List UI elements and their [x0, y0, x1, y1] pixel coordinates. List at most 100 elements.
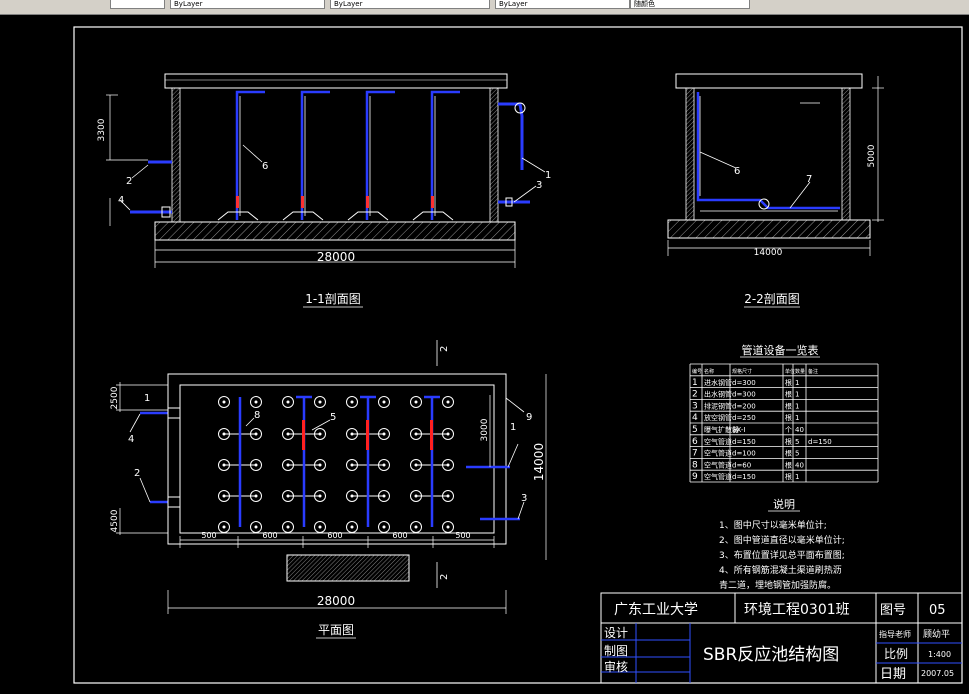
note-5: 青二道，埋地钢管加强防腐。	[719, 579, 836, 591]
table-cell: 8	[692, 460, 698, 470]
tb-drawing-no-label: 图号	[880, 603, 906, 618]
note-2: 2、图中管道直径以毫米单位计;	[719, 534, 845, 546]
section-22-title: 2-2剖面图	[744, 292, 800, 306]
table-cell: 7	[692, 449, 698, 459]
equipment-table: 管道设备一览表 编号 名称 规格尺寸 单位 数量 备注1 进水钢管 d=300 根 12 出水钢管 d…	[689, 343, 879, 483]
section-11-title: 1-1剖面图	[305, 292, 361, 306]
table-cell: 1	[795, 379, 799, 387]
table-cell: 根	[785, 390, 792, 399]
table-cell: 40	[795, 426, 804, 434]
tb-class: 环境工程0301班	[744, 602, 850, 618]
plan-dim-width: 14000	[532, 443, 546, 481]
table-cell: d=250	[732, 414, 756, 422]
tb-date-label: 日期	[880, 667, 906, 682]
plan-dim-seg2: 600	[262, 531, 277, 540]
section-1-1: 1 2 3 4 6 3300 28000 1-1剖面图	[97, 73, 551, 308]
table-cell: 5	[795, 450, 799, 458]
tb-design-label: 设计	[604, 626, 628, 640]
table-cell: 5	[795, 438, 799, 446]
table-cell: d=300	[732, 379, 756, 387]
table-cell: 排泥钢管	[704, 401, 732, 410]
plotstyle-dropdown[interactable]: 随颜色	[630, 0, 750, 9]
tb-advisor-label: 指导老师	[879, 629, 911, 639]
table-cell: 6	[692, 437, 698, 447]
table-cell: 3	[692, 401, 698, 411]
table-cell: 进水钢管	[704, 378, 732, 387]
plan-callout-2: 2	[134, 468, 140, 479]
callout-3: 3	[536, 180, 542, 191]
tb-school: 广东工业大学	[614, 602, 698, 618]
table-cell: 空气管道	[704, 472, 732, 481]
table-cell: 根	[785, 401, 792, 410]
plan-title: 平面图	[318, 623, 354, 637]
table-cell: d=150	[732, 473, 756, 481]
drawing-canvas[interactable]: 1 2 3 4 6 3300 28000 1-1剖面图 6 7 5000 140…	[0, 15, 969, 690]
dim-width: 14000	[754, 248, 783, 258]
plan-dim-seg3: 600	[327, 531, 342, 540]
callout-6b: 6	[734, 166, 740, 177]
table-cell: 出水钢管	[704, 390, 732, 399]
section-mark-bottom: 2	[439, 574, 450, 580]
cad-toolbar: ByLayer ByLayer ByLayer 随颜色	[0, 0, 969, 16]
table-cell: 空气管道	[704, 460, 732, 469]
tb-drawing-title: SBR反应池结构图	[703, 645, 839, 665]
table-cell: 放空钢管	[704, 413, 732, 422]
linetype-dropdown[interactable]: ByLayer	[330, 0, 490, 9]
table-cell: d=150	[732, 438, 756, 446]
callout-6: 6	[262, 161, 268, 172]
plan-callout-1: 1	[510, 422, 516, 433]
table-cell: 空气管道	[704, 449, 732, 458]
plan-dim-length: 28000	[317, 594, 355, 608]
table-cell: d=100	[732, 450, 756, 458]
lineweight-dropdown[interactable]: ByLayer	[495, 0, 630, 9]
table-cell: 1	[795, 402, 799, 410]
table-header-cell: 数量	[795, 368, 805, 375]
table-cell: 根	[785, 413, 792, 422]
notes: 说明 1、图中尺寸以毫米单位计; 2、图中管道直径以毫米单位计; 3、布置位置详…	[719, 497, 845, 591]
table-cell: SX-I	[732, 426, 745, 434]
table-cell: 4	[692, 413, 698, 423]
tb-advisor: 顾幼平	[923, 628, 950, 640]
note-1: 1、图中尺寸以毫米单位计;	[719, 519, 827, 531]
table-cell: d=200	[732, 402, 756, 410]
section-2-2: 6 7 5000 14000 2-2剖面图	[667, 73, 884, 308]
tb-review-label: 审核	[604, 659, 628, 674]
layer-dropdown[interactable]: ByLayer	[170, 0, 325, 9]
callout-1: 1	[545, 170, 551, 181]
plan-callout-i: 1	[144, 393, 150, 404]
callout-2: 2	[126, 176, 132, 187]
table-header-cell: 规格尺寸	[732, 368, 752, 375]
table-cell: 根	[785, 460, 792, 469]
table-header-cell: 单位	[785, 368, 795, 375]
tb-drawing-no: 05	[929, 603, 946, 618]
toolbar-icons[interactable]	[110, 0, 165, 9]
plan-dim-4500: 4500	[110, 509, 120, 532]
plan-callout-5: 5	[330, 412, 336, 423]
callout-7: 7	[806, 174, 812, 185]
dim-depth: 3300	[97, 118, 107, 141]
table-cell: 根	[785, 472, 792, 481]
table-cell: 2	[692, 390, 698, 400]
plan-callout-4: 4	[128, 434, 134, 445]
notes-title: 说明	[773, 497, 795, 511]
section-mark-top: 2	[439, 346, 450, 352]
table-cell: 根	[785, 449, 792, 458]
plan-dim-3000: 3000	[480, 418, 490, 441]
table-header-cell: 名称	[704, 368, 714, 375]
plan-callout-8: 8	[254, 410, 260, 421]
callout-4: 4	[118, 195, 124, 206]
tb-date: 2007.05	[921, 669, 954, 678]
table-cell: 1	[795, 414, 799, 422]
plan-dim-seg1: 500	[201, 531, 216, 540]
plan-callout-3: 3	[521, 493, 527, 504]
plan-view: 2 2 1 2 3 4 5 8 9 1 2500 4500 3000 14000…	[110, 340, 547, 639]
table-cell: 40	[795, 461, 804, 469]
plan-dim-2500: 2500	[110, 386, 120, 409]
dim-length: 28000	[317, 250, 355, 264]
tb-scale-label: 比例	[884, 647, 908, 661]
note-4: 4、所有钢筋混凝土渠道刷热沥	[719, 564, 842, 576]
plan-dim-seg4: 600	[392, 531, 407, 540]
table-header-cell: 编号	[692, 368, 702, 375]
note-3: 3、布置位置详见总平面布置图;	[719, 549, 845, 561]
table-cell: 1	[795, 473, 799, 481]
